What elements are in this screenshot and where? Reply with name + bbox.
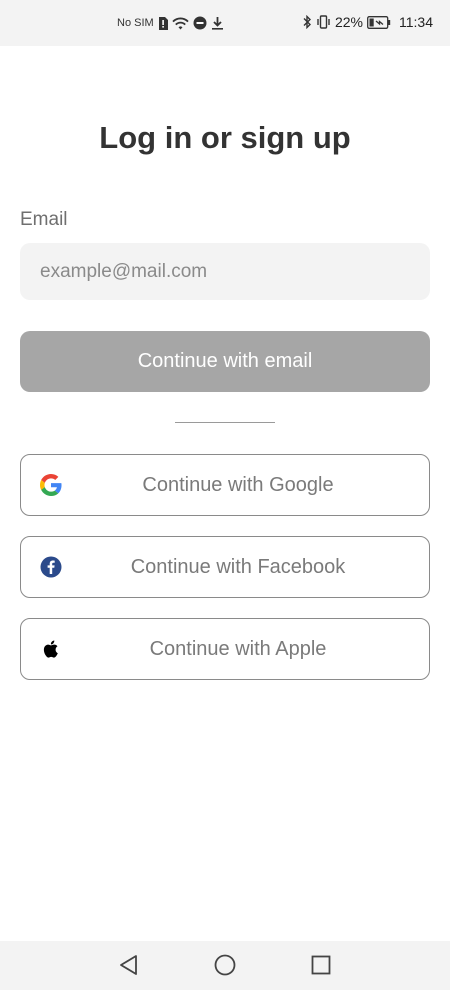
home-icon[interactable] [213, 953, 237, 977]
continue-with-google-button[interactable]: Continue with Google [20, 454, 430, 516]
continue-with-email-button[interactable]: Continue with email [20, 331, 430, 392]
battery-icon [367, 15, 391, 29]
email-field[interactable] [20, 243, 430, 300]
wifi-icon [172, 17, 189, 30]
navigation-bar [0, 941, 450, 990]
status-bar-right: 22% 11:34 [302, 14, 433, 30]
divider [175, 422, 275, 423]
download-icon [211, 16, 224, 30]
continue-with-apple-button[interactable]: Continue with Apple [20, 618, 430, 680]
continue-with-apple-label: Continue with Apple [149, 637, 327, 660]
continue-with-email-label: Continue with email [137, 350, 313, 372]
messenger-icon [193, 16, 207, 30]
sim-alert-icon [158, 16, 168, 30]
clock: 11:34 [399, 14, 433, 30]
email-label: Email [20, 209, 68, 230]
back-icon[interactable] [117, 953, 141, 977]
login-screen: No SIM 22% 11:34 Log in or sign up Email… [0, 0, 450, 990]
page-title: Log in or sign up [99, 120, 351, 155]
continue-with-google-label: Continue with Google [142, 473, 334, 496]
continue-with-facebook-label: Continue with Facebook [130, 555, 346, 578]
status-bar-left: No SIM [117, 16, 224, 30]
continue-with-facebook-button[interactable]: Continue with Facebook [20, 536, 430, 598]
carrier-label: No SIM [117, 17, 154, 29]
vibrate-icon [316, 15, 331, 29]
recent-apps-icon[interactable] [309, 953, 333, 977]
bluetooth-icon [302, 15, 312, 29]
status-bar: No SIM 22% 11:34 [0, 0, 450, 46]
battery-percent: 22% [334, 14, 363, 30]
